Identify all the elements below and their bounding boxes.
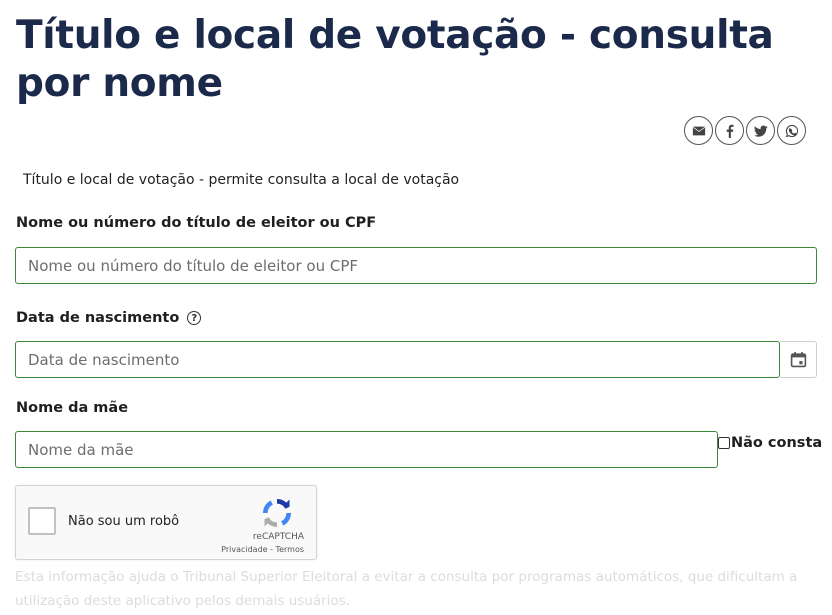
name-or-title-input[interactable] bbox=[15, 247, 817, 284]
name-field-label-text: Nome ou número do título de eleitor ou C… bbox=[16, 215, 377, 231]
whatsapp-icon bbox=[785, 124, 798, 137]
recaptcha-brand: reCAPTCHA bbox=[252, 532, 304, 542]
not-listed-option[interactable]: Não consta bbox=[718, 435, 822, 451]
name-field-label: Nome ou número do título de eleitor ou C… bbox=[16, 215, 376, 231]
calendar-button[interactable] bbox=[780, 341, 817, 378]
facebook-icon bbox=[726, 124, 733, 138]
share-facebook-button[interactable] bbox=[715, 116, 744, 145]
question-circle-icon[interactable]: ? bbox=[187, 311, 202, 325]
not-listed-label[interactable]: Não consta bbox=[731, 435, 822, 451]
birth-date-input[interactable] bbox=[15, 341, 780, 378]
mother-name-input[interactable] bbox=[15, 431, 718, 468]
share-email-button[interactable] bbox=[684, 116, 713, 145]
twitter-icon bbox=[753, 125, 768, 137]
recaptcha-privacy-terms-links[interactable]: Privacidade - Termos bbox=[221, 545, 304, 554]
share-bar bbox=[684, 116, 806, 145]
email-icon bbox=[692, 126, 705, 135]
not-listed-checkbox[interactable] bbox=[718, 437, 730, 449]
mother-field-label: Nome da mãe bbox=[16, 400, 128, 416]
disclaimer-text: Esta informação ajuda o Tribunal Superio… bbox=[15, 569, 798, 609]
birth-field-label-text: Data de nascimento bbox=[16, 310, 180, 326]
mother-field-label-text: Nome da mãe bbox=[16, 400, 129, 416]
recaptcha-logo-icon bbox=[263, 499, 291, 527]
calendar-icon bbox=[790, 352, 806, 368]
recaptcha-checkbox[interactable] bbox=[28, 507, 56, 535]
birth-field-label: Data de nascimento ? bbox=[16, 310, 202, 326]
intro-text: Título e local de votação - permite cons… bbox=[23, 172, 460, 188]
page-title: Título e local de votação - consulta por… bbox=[16, 13, 774, 106]
recaptcha-label: Não sou um robô bbox=[68, 514, 180, 529]
recaptcha-widget: Não sou um robô reCAPTCHA Privacidade - … bbox=[15, 485, 317, 560]
share-whatsapp-button[interactable] bbox=[777, 116, 806, 145]
share-twitter-button[interactable] bbox=[746, 116, 775, 145]
